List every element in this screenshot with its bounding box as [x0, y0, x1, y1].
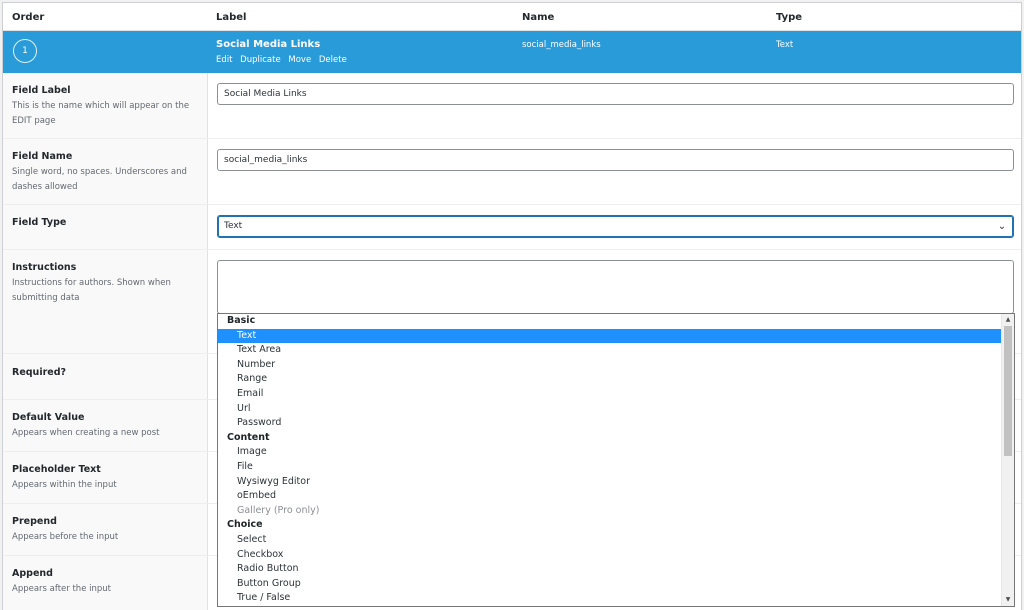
setting-description: This is the name which will appear on th…	[12, 101, 190, 126]
field-editor-panel: Order Label Name Type 1 Social Media Lin…	[2, 2, 1022, 610]
dropdown-option[interactable]: Button Group	[218, 577, 1001, 592]
setting-field-label: Field Label This is the name which will …	[3, 73, 1021, 139]
header-type: Type	[776, 12, 803, 23]
scrollbar-thumb[interactable]	[1004, 326, 1012, 456]
setting-title: Field Name	[12, 151, 73, 162]
setting-title: Prepend	[12, 516, 57, 527]
field-row-label[interactable]: Social Media Links	[216, 39, 320, 50]
dropdown-option[interactable]: Email	[218, 387, 1001, 402]
field-name-input[interactable]: social_media_links	[217, 149, 1014, 171]
setting-title: Field Label	[12, 85, 71, 96]
dropdown-option[interactable]: Range	[218, 372, 1001, 387]
field-row-active[interactable]: 1 Social Media Links Edit Duplicate Move…	[3, 31, 1021, 73]
edit-link[interactable]: Edit	[216, 55, 232, 65]
setting-title: Default Value	[12, 412, 85, 423]
setting-title: Required?	[12, 367, 67, 378]
dropdown-options: Basic Text Text Area Number Range Email Url Pas…	[218, 314, 1001, 606]
setting-description: Single word, no spaces. Underscores and …	[12, 167, 187, 192]
setting-title: Instructions	[12, 262, 77, 273]
dropdown-option[interactable]: True / False	[218, 591, 1001, 606]
move-link[interactable]: Move	[288, 55, 311, 65]
instructions-textarea[interactable]	[217, 260, 1014, 314]
optgroup-label: Content	[227, 431, 270, 443]
dropdown-option: Gallery (Pro only)	[237, 504, 320, 516]
field-row-name: social_media_links	[522, 40, 601, 50]
setting-field-type: Field Type Text ⌄	[3, 205, 1021, 250]
dropdown-option[interactable]: Image	[218, 445, 1001, 460]
field-type-dropdown-list[interactable]: Basic Text Text Area Number Range Email Url Pas…	[217, 313, 1015, 607]
dropdown-scrollbar[interactable]: ▲ ▼	[1001, 314, 1014, 606]
field-row-type: Text	[776, 40, 794, 50]
order-handle[interactable]: 1	[13, 39, 37, 63]
optgroup-label: Choice	[227, 519, 263, 531]
dropdown-option[interactable]: Url	[218, 402, 1001, 417]
header-order: Order	[12, 12, 45, 23]
header-name: Name	[522, 12, 555, 23]
dropdown-option[interactable]: Text	[218, 328, 1001, 344]
dropdown-option[interactable]: Checkbox	[218, 548, 1001, 563]
setting-description: Appears within the input	[12, 480, 117, 490]
setting-description: Instructions for authors. Shown when sub…	[12, 278, 171, 303]
dropdown-option[interactable]: Wysiwyg Editor	[218, 475, 1001, 490]
setting-description: Appears when creating a new post	[12, 428, 160, 438]
table-header: Order Label Name Type	[3, 3, 1021, 31]
dropdown-option[interactable]: oEmbed	[218, 489, 1001, 504]
delete-link[interactable]: Delete	[319, 55, 347, 65]
dropdown-option[interactable]: Number	[218, 358, 1001, 373]
duplicate-link[interactable]: Duplicate	[240, 55, 281, 65]
setting-description: Appears before the input	[12, 532, 119, 542]
setting-title: Placeholder Text	[12, 464, 101, 475]
optgroup-label: Basic	[227, 315, 256, 326]
setting-title: Append	[12, 568, 53, 579]
field-type-selected-value: Text	[224, 221, 243, 231]
scroll-down-arrow-icon[interactable]: ▼	[1002, 594, 1014, 606]
dropdown-option[interactable]: Select	[218, 533, 1001, 548]
scroll-up-arrow-icon[interactable]: ▲	[1002, 314, 1014, 326]
dropdown-option[interactable]: File	[218, 460, 1001, 475]
field-row-actions: Edit Duplicate Move Delete	[216, 55, 352, 65]
setting-description: Appears after the input	[12, 584, 111, 594]
field-label-input[interactable]: Social Media Links	[217, 83, 1014, 105]
setting-field-name: Field Name Single word, no spaces. Under…	[3, 139, 1021, 205]
field-type-select[interactable]: Text ⌄	[217, 215, 1014, 238]
header-label: Label	[216, 12, 247, 23]
dropdown-option[interactable]: Text Area	[218, 343, 1001, 358]
chevron-down-icon: ⌄	[997, 221, 1007, 232]
setting-title: Field Type	[12, 217, 67, 228]
dropdown-option[interactable]: Password	[218, 416, 1001, 431]
dropdown-option[interactable]: Radio Button	[218, 562, 1001, 577]
